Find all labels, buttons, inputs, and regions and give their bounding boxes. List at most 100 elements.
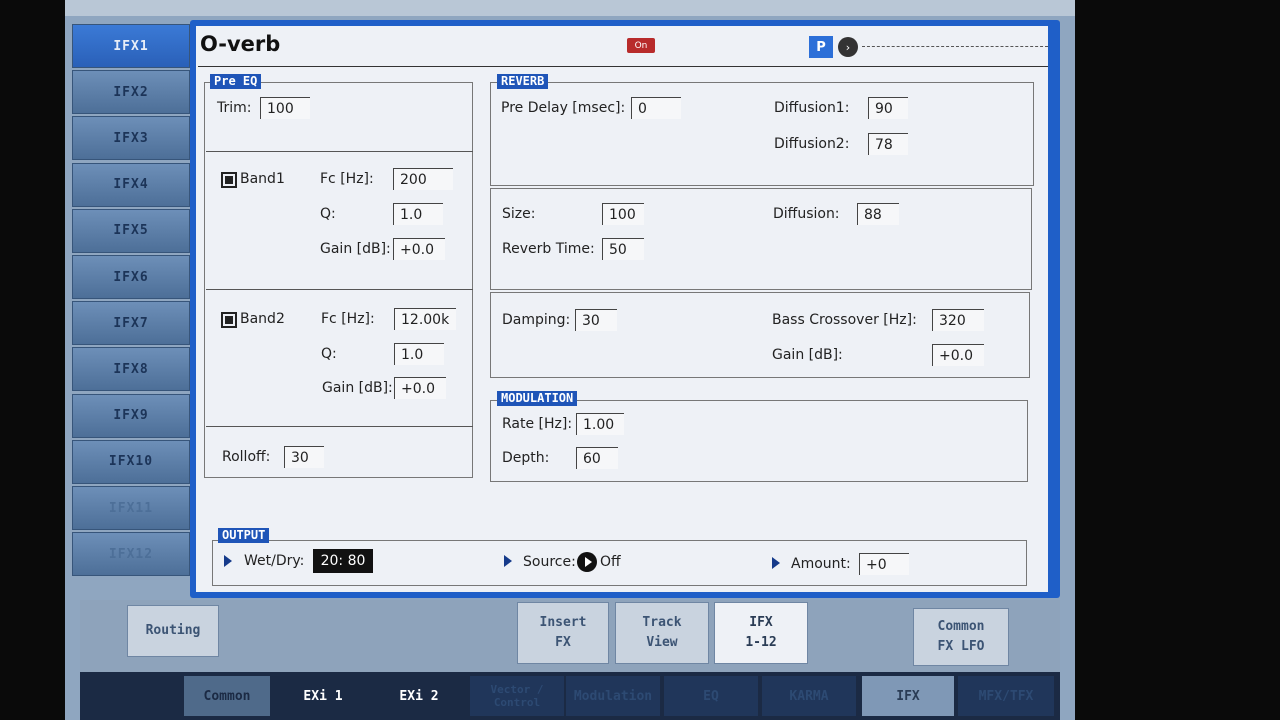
pre-eq-header: Pre EQ [210,74,262,89]
pre-eq-panel [204,82,473,478]
nav-circle-icon[interactable]: › [838,37,858,57]
wetdry-label: Wet/Dry: [244,553,305,569]
band2-fc-field[interactable]: 12.00k [394,308,456,330]
top-strip [65,0,1075,16]
ifx-line2: 1-12 [745,635,777,650]
band1-gain-label: Gain [dB]: [320,241,391,257]
band1-fc-label: Fc [Hz]: [320,171,374,187]
band1-q-field[interactable]: 1.0 [393,203,443,225]
track-view-line2: View [646,635,678,650]
reverb-gain-field[interactable]: +0.0 [932,344,984,366]
track-view-tab[interactable]: Track View [615,602,709,664]
effect-title: O-verb [200,32,281,56]
depth-field[interactable]: 60 [576,447,618,469]
trim-field[interactable]: 100 [260,97,310,119]
wetdry-field[interactable]: 20: 80 [313,549,373,573]
size-field[interactable]: 100 [602,203,644,225]
output-header: OUTPUT [218,528,270,543]
page-tab-karma[interactable]: KARMA [762,676,856,716]
insert-fx-tab[interactable]: Insert FX [517,602,609,664]
rate-field[interactable]: 1.00 [576,413,624,435]
size-label: Size: [502,206,536,222]
diffusion1-field[interactable]: 90 [868,97,908,119]
rate-label: Rate [Hz]: [502,416,573,432]
damping-label: Damping: [502,312,571,328]
sidebar-tab-ifx1[interactable]: IFX1 [72,24,190,68]
predelay-field[interactable]: 0 [631,97,681,119]
sidebar-tab-ifx7[interactable]: IFX7 [72,301,190,346]
amount-arrow-icon [772,557,780,569]
diffusion-field[interactable]: 88 [857,203,899,225]
band1-fc-field[interactable]: 200 [393,168,453,190]
sidebar-tab-ifx5[interactable]: IFX5 [72,208,190,253]
band2-fc-label: Fc [Hz]: [321,311,375,327]
dashed-line [862,46,1048,47]
band1-label: Band1 [240,171,285,187]
sidebar-tab-ifx3[interactable]: IFX3 [72,116,190,161]
page-tab-exi2[interactable]: EXi 2 [378,676,460,716]
rolloff-label: Rolloff: [222,449,271,465]
p-badge[interactable]: P [809,36,833,58]
popup-arrow-icon [584,557,592,567]
header-divider [198,66,1048,67]
common-line2: FX LFO [937,639,985,654]
amount-label: Amount: [791,556,851,572]
on-badge[interactable]: On [627,38,655,53]
source-label: Source: [523,554,576,570]
reverb-time-field[interactable]: 50 [602,238,644,260]
band2-gain-field[interactable]: +0.0 [394,377,446,399]
ifx-line1: IFX [749,615,773,630]
sidebar-tab-ifx12[interactable]: IFX12 [72,532,190,577]
sidebar-tab-ifx6[interactable]: IFX6 [72,255,190,299]
sidebar-tab-ifx4[interactable]: IFX4 [72,162,190,207]
reverb-panel-top [490,82,1034,186]
wetdry-arrow-icon [224,555,232,567]
band2-gain-label: Gain [dB]: [322,380,393,396]
insert-fx-line2: FX [555,635,571,650]
diffusion2-label: Diffusion2: [774,136,850,152]
insert-fx-line1: Insert [539,615,587,630]
page-tab-common[interactable]: Common [184,676,270,716]
sidebar-tab-ifx8[interactable]: IFX8 [72,347,190,392]
routing-tab[interactable]: Routing [127,605,219,657]
source-value[interactable]: Off [600,554,621,570]
divider [206,151,473,152]
modulation-header: MODULATION [497,391,578,406]
diffusion1-label: Diffusion1: [774,100,850,116]
reverb-panel-mid [490,188,1032,290]
ifx-1-12-tab[interactable]: IFX 1-12 [714,602,808,664]
diffusion2-field[interactable]: 78 [868,133,908,155]
page-tab-modulation[interactable]: Modulation [566,676,660,716]
page-tab-exi1[interactable]: EXi 1 [282,676,364,716]
divider [206,289,473,290]
damping-field[interactable]: 30 [575,309,617,331]
page-tab-mfx-tfx[interactable]: MFX/TFX [958,676,1054,716]
modulation-panel [490,400,1028,482]
bass-crossover-field[interactable]: 320 [932,309,984,331]
common-fx-lfo-tab[interactable]: Common FX LFO [913,608,1009,666]
amount-field[interactable]: +0 [859,553,909,575]
reverb-time-label: Reverb Time: [502,241,595,257]
band2-label: Band2 [240,311,285,327]
sidebar-tab-ifx2[interactable]: IFX2 [72,70,190,115]
page-tab-eq[interactable]: EQ [664,676,758,716]
trim-label: Trim: [217,100,252,116]
reverb-header: REVERB [497,74,549,89]
source-arrow-icon [504,555,512,567]
band1-checkbox[interactable] [221,172,237,188]
band1-q-label: Q: [320,206,336,222]
sidebar-tab-ifx9[interactable]: IFX9 [72,393,190,438]
band1-gain-field[interactable]: +0.0 [393,238,445,260]
page-tab-ifx[interactable]: IFX [862,676,954,716]
band2-q-field[interactable]: 1.0 [394,343,444,365]
source-popup-icon[interactable] [577,552,597,572]
reverb-gain-label: Gain [dB]: [772,347,843,363]
predelay-label: Pre Delay [msec]: [501,100,626,116]
band2-checkbox[interactable] [221,312,237,328]
sidebar-tab-ifx10[interactable]: IFX10 [72,439,190,484]
track-view-line1: Track [642,615,682,630]
sidebar-tab-ifx11[interactable]: IFX11 [72,486,190,530]
page-tab-vector[interactable]: Vector / Control [470,676,564,716]
rolloff-field[interactable]: 30 [284,446,324,468]
divider [206,426,473,427]
